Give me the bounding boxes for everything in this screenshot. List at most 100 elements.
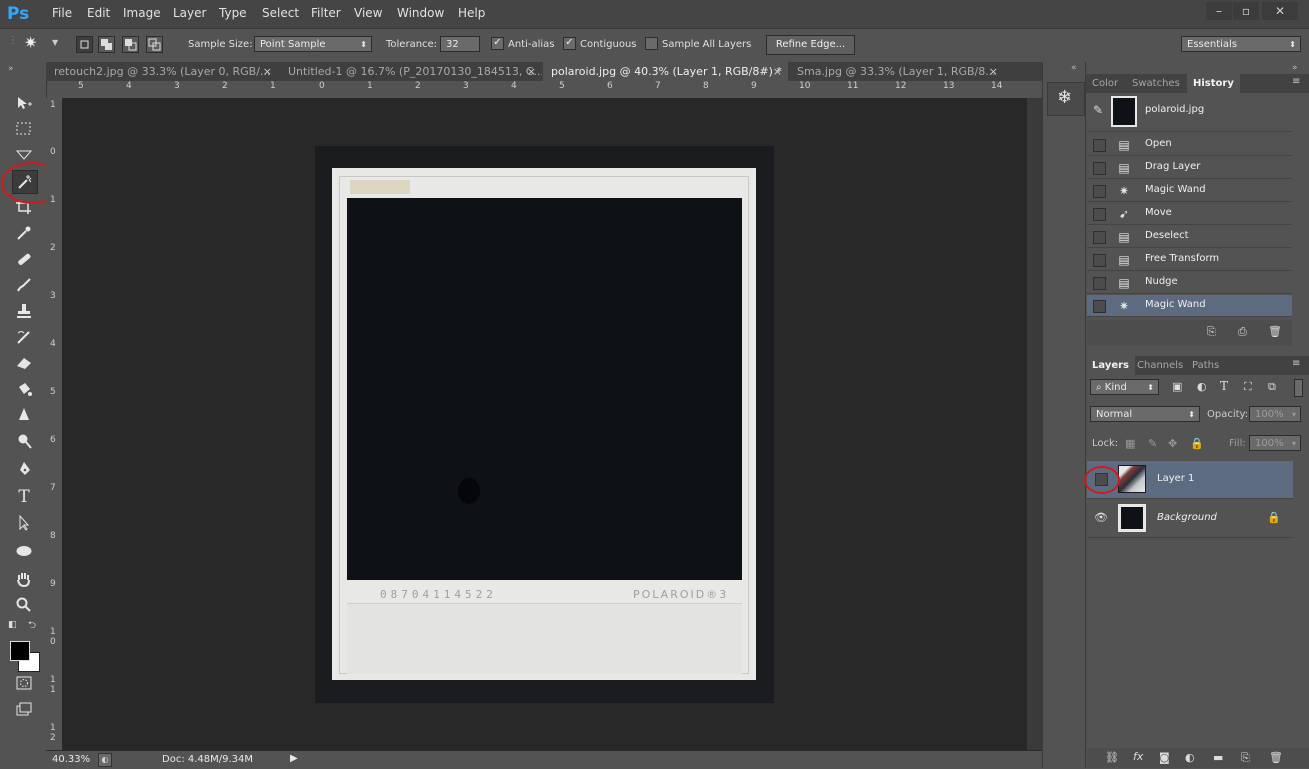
zoom-level[interactable]: 40.33% — [52, 754, 90, 765]
menu-edit[interactable]: Edit — [87, 6, 110, 20]
layer-filter-select[interactable]: ⌕ Kind ⬍ — [1090, 379, 1159, 395]
add-selection-button[interactable] — [98, 36, 115, 53]
collapse-panel-icon[interactable]: » — [8, 64, 14, 74]
history-checkbox[interactable] — [1093, 254, 1106, 267]
history-item[interactable]: ▤ Drag Layer — [1087, 157, 1292, 179]
history-item[interactable]: ▤ Nudge — [1087, 272, 1292, 294]
type-tool-icon[interactable]: T — [12, 486, 36, 508]
delete-layer-icon[interactable]: 🗑 — [1269, 751, 1283, 764]
blend-mode-select[interactable]: Normal ⬍ — [1090, 406, 1200, 422]
menu-help[interactable]: Help — [458, 6, 485, 20]
dodge-tool-icon[interactable] — [12, 430, 36, 452]
lock-transparent-icon[interactable]: ▦ — [1125, 437, 1135, 450]
collapse-dock-icon[interactable]: « — [1071, 63, 1077, 73]
ellipse-tool-icon[interactable] — [12, 540, 36, 562]
magic-wand-preset-icon[interactable]: ✷ — [24, 33, 37, 52]
pen-tool-icon[interactable] — [12, 458, 36, 480]
filter-shape-icon[interactable]: ⛶ — [1244, 380, 1252, 394]
trash-icon[interactable]: 🗑 — [1268, 325, 1282, 338]
lock-all-icon[interactable]: 🔒 — [1190, 437, 1204, 450]
history-snapshot[interactable]: ✎ polaroid.jpg — [1087, 93, 1292, 132]
layer-row-background[interactable]: 👁 Background 🔒 — [1087, 500, 1293, 538]
screen-mode-icon[interactable] — [12, 698, 36, 720]
history-checkbox[interactable] — [1093, 300, 1106, 313]
hand-tool-icon[interactable] — [12, 568, 36, 590]
filter-adjustment-icon[interactable]: ◐ — [1197, 380, 1207, 393]
tab-swatches[interactable]: Swatches — [1126, 74, 1186, 93]
path-selection-tool-icon[interactable] — [12, 512, 36, 534]
close-tab-icon[interactable]: × — [263, 62, 272, 81]
fx-icon[interactable]: fx — [1133, 750, 1143, 763]
close-tab-icon[interactable]: × — [527, 62, 536, 81]
tab-layers[interactable]: Layers — [1086, 356, 1135, 375]
fill-input[interactable]: 100% ▾ — [1249, 435, 1301, 451]
history-item[interactable]: ▤ Free Transform — [1087, 249, 1292, 271]
lock-brush-icon[interactable]: ✎ — [1148, 437, 1157, 450]
history-checkbox[interactable] — [1093, 277, 1106, 290]
filter-smart-object-icon[interactable]: ⧉ — [1268, 380, 1276, 394]
marquee-tool-icon[interactable] — [12, 118, 36, 140]
new-selection-button[interactable] — [76, 36, 93, 53]
move-tool-icon[interactable] — [12, 92, 36, 114]
menu-view[interactable]: View — [354, 6, 382, 20]
blur-tool-icon[interactable] — [12, 404, 36, 426]
lock-position-icon[interactable]: ✥ — [1168, 437, 1177, 450]
history-checkbox[interactable] — [1093, 139, 1106, 152]
sample-all-layers-checkbox[interactable] — [645, 37, 658, 50]
filter-pixel-icon[interactable]: ▣ — [1172, 380, 1182, 393]
intersect-selection-button[interactable] — [146, 36, 163, 53]
tab-paths[interactable]: Paths — [1186, 356, 1225, 375]
tab-untitled-1[interactable]: Untitled-1 @ 16.7% (P_20170130_184513, C… — [280, 62, 542, 81]
anti-alias-checkbox[interactable]: ✓ — [491, 37, 504, 50]
history-item[interactable]: ✷ Magic Wand — [1087, 180, 1292, 202]
panel-menu-icon[interactable]: ≡ — [1292, 358, 1300, 369]
add-mask-icon[interactable]: ◙ — [1159, 751, 1170, 764]
paint-bucket-tool-icon[interactable] — [12, 378, 36, 400]
menu-select[interactable]: Select — [262, 6, 299, 20]
minimize-button[interactable]: – — [1206, 2, 1232, 20]
history-brush-tool-icon[interactable] — [12, 326, 36, 348]
expand-dock-icon[interactable]: » — [1292, 63, 1298, 73]
tab-sma[interactable]: Sma.jpg @ 33.3% (Layer 1, RGB/8... × — [789, 62, 1004, 81]
vertical-scrollbar[interactable] — [1027, 98, 1042, 750]
menu-file[interactable]: File — [52, 6, 72, 20]
tolerance-input[interactable]: 32 — [440, 36, 480, 52]
workspace-select[interactable]: Essentials ⬍ — [1181, 36, 1301, 52]
history-checkbox[interactable] — [1093, 185, 1106, 198]
filter-type-icon[interactable]: T — [1220, 379, 1228, 393]
zoom-tool-icon[interactable] — [12, 594, 36, 616]
swap-colors-icon[interactable]: ⮌ — [28, 618, 36, 635]
layer-name[interactable]: Layer 1 — [1157, 473, 1194, 484]
opacity-input[interactable]: 100% ▾ — [1249, 406, 1301, 422]
camera-icon[interactable]: ⎙ — [1238, 325, 1247, 339]
refine-edge-button[interactable]: Refine Edge... — [766, 35, 855, 55]
tab-polaroid[interactable]: polaroid.jpg @ 40.3% (Layer 1, RGB/8#) *… — [543, 62, 788, 81]
panel-menu-icon[interactable]: ≡ — [1292, 76, 1300, 87]
history-item[interactable]: ➹ Move — [1087, 203, 1292, 225]
link-layers-icon[interactable]: ⛓ — [1105, 751, 1119, 764]
preset-dropdown-icon[interactable]: ▼ — [52, 38, 58, 47]
close-tab-icon[interactable]: × — [989, 62, 998, 81]
brush-tool-icon[interactable] — [12, 274, 36, 296]
menu-image[interactable]: Image — [123, 6, 161, 20]
eye-icon[interactable]: 👁 — [1093, 511, 1109, 525]
menu-window[interactable]: Window — [397, 6, 444, 20]
new-document-from-state-icon[interactable]: ⎘ — [1207, 325, 1216, 339]
status-menu-arrow-icon[interactable]: ▶ — [290, 753, 298, 764]
filter-toggle-switch[interactable] — [1294, 379, 1303, 397]
brush-presets-button[interactable]: ❄ — [1047, 82, 1085, 116]
close-tab-icon[interactable]: × — [773, 62, 782, 81]
healing-brush-tool-icon[interactable] — [12, 248, 36, 270]
foreground-color-swatch[interactable] — [10, 641, 30, 661]
snapshot-brush-icon[interactable]: ✎ — [1093, 103, 1103, 117]
tab-retouch2[interactable]: retouch2.jpg @ 33.3% (Layer 0, RGB/... × — [46, 62, 278, 81]
layer-name[interactable]: Background — [1157, 512, 1217, 523]
tab-channels[interactable]: Channels — [1131, 356, 1189, 375]
close-window-button[interactable]: ✕ — [1262, 2, 1298, 20]
tab-color[interactable]: Color — [1086, 74, 1124, 93]
menu-filter[interactable]: Filter — [311, 6, 341, 20]
contiguous-checkbox[interactable]: ✓ — [563, 37, 576, 50]
new-layer-icon[interactable]: ⎘ — [1241, 751, 1250, 765]
clone-stamp-tool-icon[interactable] — [12, 300, 36, 322]
menu-layer[interactable]: Layer — [173, 6, 206, 20]
